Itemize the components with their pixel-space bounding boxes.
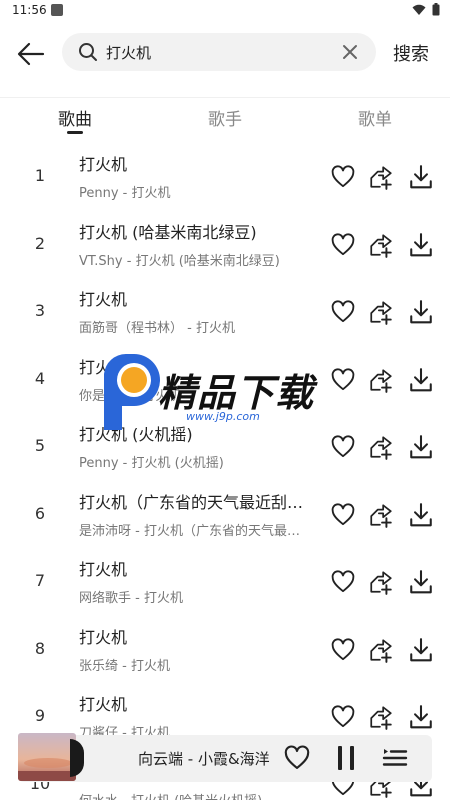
song-row[interactable]: 3 打火机面筋哥（程书林） - 打火机	[0, 275, 450, 342]
song-row[interactable]: 6 打火机（广东省的天气最近刮… 是沛沛呀 - 打火机（广东省的天气最…	[0, 478, 450, 545]
back-button[interactable]	[16, 39, 46, 69]
add-to-playlist-icon[interactable]	[368, 637, 394, 663]
add-to-playlist-icon[interactable]	[368, 232, 394, 258]
song-row[interactable]: 8 打火机张乐绮 - 打火机	[0, 613, 450, 680]
heart-icon[interactable]	[283, 744, 311, 772]
add-to-playlist-icon[interactable]	[368, 164, 394, 190]
search-icon	[79, 43, 97, 61]
song-artist: 网络歌手 - 打火机	[79, 591, 183, 606]
song-artist: 何水水 - 打火机 (哈基米火机摇)	[79, 790, 319, 800]
song-title[interactable]: 打火机	[79, 354, 319, 378]
download-icon[interactable]	[408, 367, 434, 393]
wifi-icon	[412, 4, 426, 15]
heart-icon[interactable]	[330, 502, 356, 528]
song-artist: 面筋哥（程书林） - 打火机	[79, 321, 235, 336]
song-row[interactable]: 1 打火机 Penny - 打火机	[0, 140, 450, 207]
tab-indicator	[67, 131, 83, 134]
status-time: 11:56	[12, 3, 47, 17]
add-to-playlist-icon[interactable]	[368, 502, 394, 528]
add-to-playlist-icon[interactable]	[368, 367, 394, 393]
heart-icon[interactable]	[330, 637, 356, 663]
add-to-playlist-icon[interactable]	[368, 299, 394, 325]
heart-icon[interactable]	[330, 704, 356, 730]
heart-icon[interactable]	[330, 232, 356, 258]
add-to-playlist-icon[interactable]	[368, 434, 394, 460]
tab-playlists[interactable]: 歌单	[358, 105, 392, 130]
tab-singers[interactable]: 歌手	[208, 105, 242, 130]
song-index: 5	[34, 436, 46, 455]
song-index: 4	[34, 368, 46, 388]
add-to-playlist-icon[interactable]	[368, 569, 394, 595]
song-title[interactable]: 打火机	[79, 624, 319, 648]
status-icons	[412, 3, 440, 16]
mini-player[interactable]: 向云端 - 小霞&海洋	[18, 733, 432, 782]
download-icon[interactable]	[408, 434, 434, 460]
song-index: 2	[34, 233, 46, 253]
download-icon[interactable]	[408, 502, 434, 528]
download-icon[interactable]	[408, 569, 434, 595]
tab-songs[interactable]: 歌曲	[58, 105, 92, 130]
song-title[interactable]: 打火机 (哈基米南北绿豆)	[79, 219, 319, 243]
download-icon[interactable]	[408, 704, 434, 730]
heart-icon[interactable]	[330, 367, 356, 393]
heart-icon[interactable]	[330, 299, 356, 325]
song-index: 6	[34, 503, 46, 523]
song-artist: 是沛沛呀 - 打火机（广东省的天气最…	[79, 523, 300, 539]
download-icon[interactable]	[408, 637, 434, 663]
download-icon[interactable]	[408, 232, 434, 258]
song-index: 8	[34, 638, 46, 658]
song-row[interactable]: 4 打火机你是fine - 打火机	[0, 343, 450, 410]
add-to-playlist-icon[interactable]	[368, 704, 394, 730]
search-input[interactable]	[106, 33, 336, 71]
pause-icon[interactable]	[334, 745, 358, 771]
notification-icon	[51, 4, 63, 16]
search-button[interactable]: 搜索	[393, 40, 429, 66]
song-index: 9	[34, 706, 46, 725]
song-title[interactable]: 打火机	[79, 556, 319, 580]
song-title[interactable]: 打火机 (火机摇)	[79, 421, 319, 445]
vinyl-disc	[70, 739, 84, 777]
playlist-icon[interactable]	[382, 745, 408, 771]
song-artist: Penny - 打火机	[79, 186, 171, 201]
album-art-image	[18, 733, 76, 781]
heart-icon[interactable]	[330, 434, 356, 460]
song-index: 7	[34, 571, 46, 590]
search-box	[62, 33, 376, 71]
song-title[interactable]: 打火机	[79, 691, 319, 715]
song-title[interactable]: 打火机	[79, 286, 319, 310]
song-index: 1	[34, 166, 46, 185]
song-row[interactable]: 5 打火机 (火机摇) Penny - 打火机 (火机摇)	[0, 410, 450, 477]
song-row[interactable]: 7 打火机网络歌手 - 打火机	[0, 545, 450, 612]
song-artist: Penny - 打火机 (火机摇)	[79, 456, 224, 471]
song-title[interactable]: 打火机（广东省的天气最近刮…	[79, 489, 319, 513]
clear-icon[interactable]	[342, 44, 358, 60]
search-header: 搜索	[0, 22, 450, 98]
status-bar: 11:56	[0, 0, 450, 22]
heart-icon[interactable]	[330, 569, 356, 595]
battery-icon	[432, 3, 440, 16]
song-artist: VT.Shy - 打火机 (哈基米南北绿豆)	[79, 253, 280, 269]
download-icon[interactable]	[408, 299, 434, 325]
download-icon[interactable]	[408, 164, 434, 190]
song-title[interactable]: 打火机	[79, 151, 319, 175]
song-row[interactable]: 2 打火机 (哈基米南北绿豆) VT.Shy - 打火机 (哈基米南北绿豆)	[0, 208, 450, 275]
tab-bar: 歌曲 歌手 歌单	[0, 98, 450, 138]
song-artist: 你是fine - 打火机	[79, 388, 182, 404]
back-arrow-icon	[17, 42, 45, 66]
now-playing-title[interactable]: 向云端 - 小霞&海洋	[138, 748, 273, 769]
heart-icon[interactable]	[330, 164, 356, 190]
song-artist: 张乐绮 - 打火机	[79, 658, 170, 674]
song-index: 3	[34, 301, 46, 320]
album-cover[interactable]	[18, 733, 76, 781]
